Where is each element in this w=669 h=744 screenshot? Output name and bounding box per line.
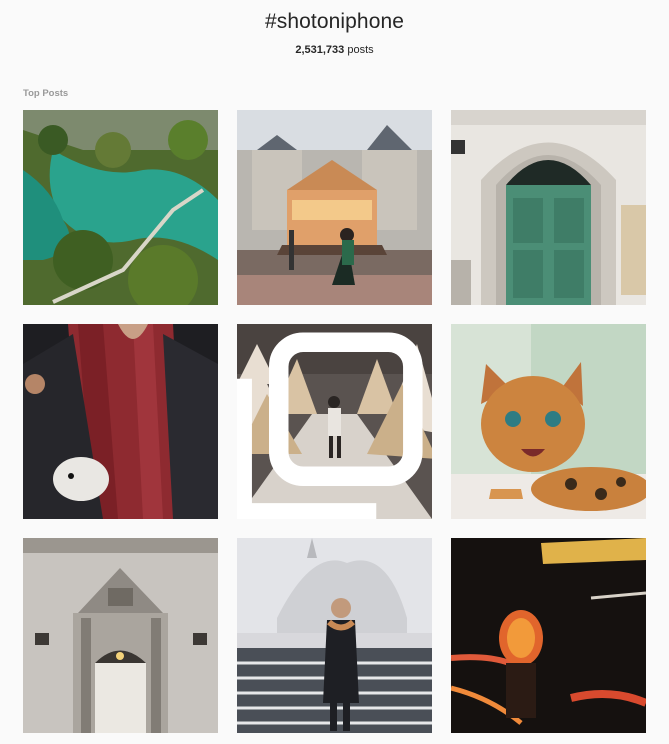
post-image xyxy=(23,110,218,305)
post-tile-lake-boardwalk[interactable] xyxy=(23,110,218,305)
post-count: 2,531,733 posts xyxy=(0,44,669,56)
post-tile-christmas-alley[interactable] xyxy=(237,324,432,519)
post-image xyxy=(451,324,646,519)
post-image xyxy=(237,538,432,733)
post-tile-green-door[interactable] xyxy=(451,110,646,305)
post-tile-snowy-stairs[interactable] xyxy=(237,538,432,733)
post-count-number: 2,531,733 xyxy=(295,44,345,56)
post-tile-carousel[interactable] xyxy=(237,110,432,305)
multiple-posts-icon xyxy=(237,332,423,519)
hashtag-title: #shotoniphone xyxy=(264,10,405,33)
post-count-suffix: posts xyxy=(344,44,374,56)
post-image xyxy=(451,538,646,733)
post-tile-ornate-entrance[interactable] xyxy=(23,538,218,733)
post-image xyxy=(23,324,218,519)
top-posts-heading: Top Posts xyxy=(23,88,69,99)
post-tile-bengal-cat[interactable] xyxy=(451,324,646,519)
post-tile-light-trails[interactable] xyxy=(451,538,646,733)
post-tile-hedgehog[interactable] xyxy=(23,324,218,519)
post-image xyxy=(23,538,218,733)
post-image xyxy=(237,110,432,305)
post-image xyxy=(451,110,646,305)
